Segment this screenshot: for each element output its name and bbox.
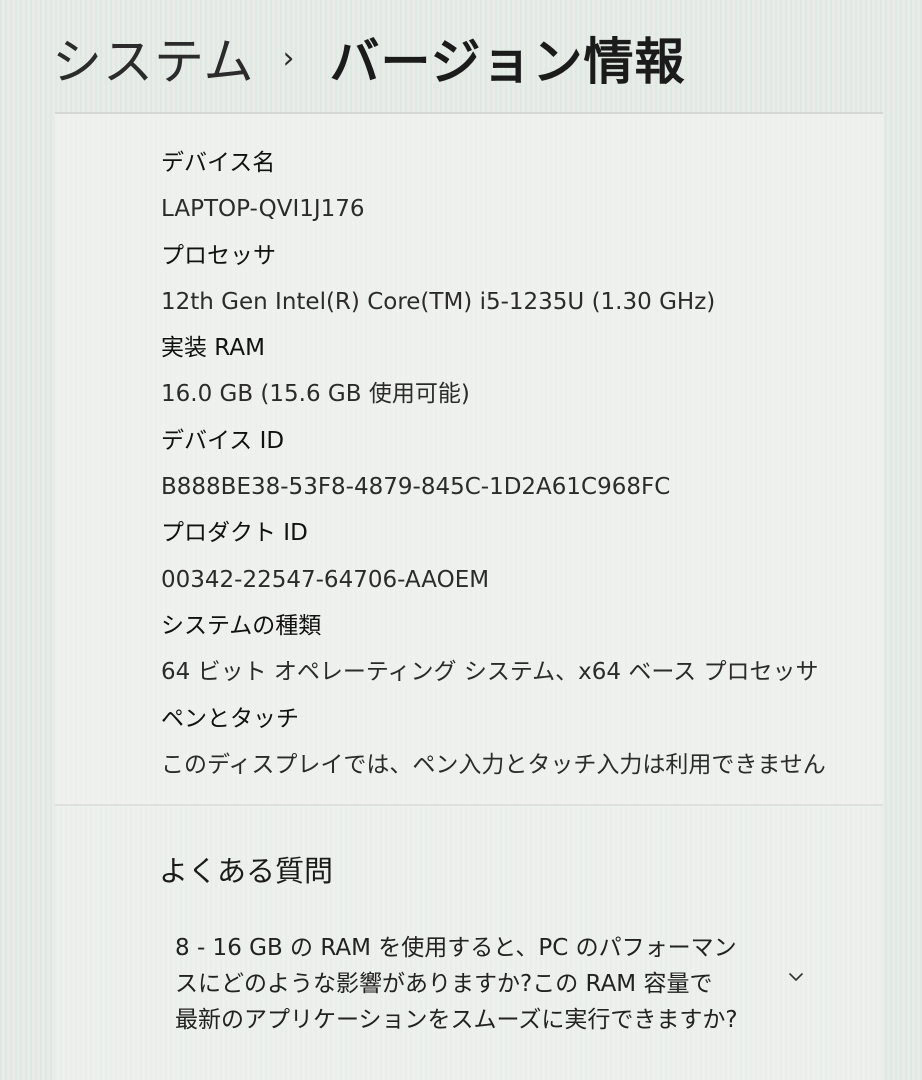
faq-title: よくある質問	[159, 854, 334, 888]
faq-question-line: スにどのような影響がありますか?この RAM 容量で	[175, 971, 713, 997]
spec-label-device-name: デバイス名	[161, 150, 276, 176]
spec-value-pen-and-touch: このディスプレイでは、ペン入力とタッチ入力は利用できません	[161, 751, 826, 778]
spec-label-pen-and-touch: ペンとタッチ	[161, 705, 299, 732]
spec-label-device-id: デバイス ID	[161, 427, 285, 454]
breadcrumb-parent-system[interactable]: システム	[52, 22, 255, 94]
breadcrumb: システム › バージョン情報	[52, 18, 686, 98]
spec-value-device-id: B888BE38-53F8-4879-845C-1D2A61C968FC	[161, 474, 671, 501]
spec-label-processor: プロセッサ	[161, 242, 276, 269]
spec-label-installed-ram: 実装 RAM	[161, 335, 265, 362]
chevron-right-icon: ›	[282, 40, 296, 76]
chevron-down-icon[interactable]	[789, 970, 803, 984]
page-title: バージョン情報	[329, 33, 686, 91]
spec-label-system-type: システムの種類	[161, 612, 322, 639]
faq-question-line: 最新のアプリケーションをスムーズに実行できますか?	[175, 1007, 738, 1033]
spec-label-product-id: プロダクト ID	[161, 520, 308, 547]
device-specifications-list: デバイス名 LAPTOP-QVI1J176 プロセッサ 12th Gen Int…	[161, 140, 863, 788]
spec-value-device-name: LAPTOP-QVI1J176	[161, 196, 365, 223]
device-specifications-card: デバイス名 LAPTOP-QVI1J176 プロセッサ 12th Gen Int…	[55, 112, 883, 806]
faq-item-ram-performance[interactable]: 8 - 16 GB の RAM を使用すると、PC のパフォーマン スにどのよう…	[175, 930, 875, 1050]
faq-section: よくある質問 8 - 16 GB の RAM を使用すると、PC のパフォーマン…	[55, 804, 883, 1080]
faq-question-line: 8 - 16 GB の RAM を使用すると、PC のパフォーマン	[175, 935, 737, 961]
faq-question[interactable]: 8 - 16 GB の RAM を使用すると、PC のパフォーマン スにどのよう…	[175, 930, 795, 1038]
spec-value-installed-ram: 16.0 GB (15.6 GB 使用可能)	[161, 381, 470, 408]
spec-value-product-id: 00342-22547-64706-AAOEM	[161, 566, 490, 593]
spec-value-system-type: 64 ビット オペレーティング システム、x64 ベース プロセッサ	[161, 659, 819, 686]
spec-value-processor: 12th Gen Intel(R) Core(TM) i5-1235U (1.3…	[161, 288, 716, 315]
